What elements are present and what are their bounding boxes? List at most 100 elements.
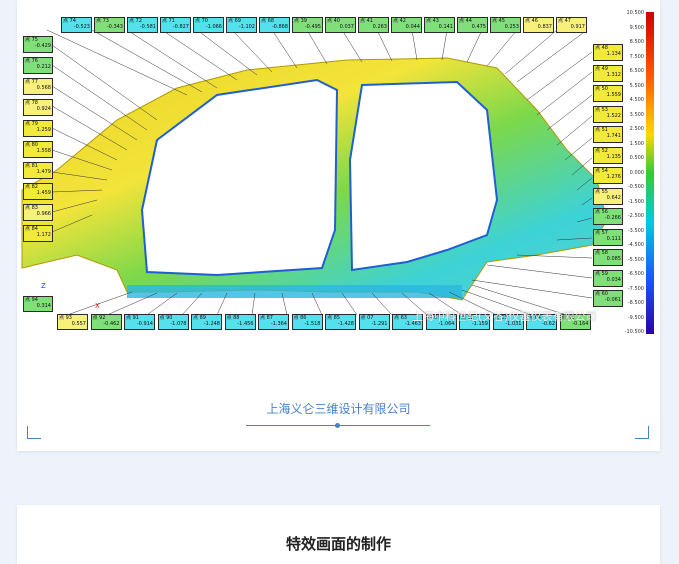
point-value: -1.518 bbox=[304, 321, 321, 327]
measurement-label-box: 点 73 -0.343 bbox=[94, 17, 125, 33]
scale-tick-label: 0.500 bbox=[629, 155, 644, 161]
point-value: -1.102 bbox=[238, 24, 255, 30]
point-value: -0.343 bbox=[106, 24, 123, 30]
scale-tick-label: 8.500 bbox=[629, 39, 644, 45]
point-value: 1.172 bbox=[36, 232, 51, 238]
scale-tick-label: 1.500 bbox=[629, 140, 644, 147]
measurement-label-box: 点 68 -0.868 bbox=[259, 17, 290, 33]
point-id: 点 59 bbox=[595, 270, 608, 277]
point-value: -0.061 bbox=[604, 297, 621, 303]
point-value: 0.642 bbox=[606, 194, 621, 201]
point-value: 0.837 bbox=[537, 24, 552, 30]
point-value: -1.456 bbox=[237, 321, 254, 327]
measurement-label-box: 点 55 0.642 bbox=[593, 187, 623, 205]
measurement-label-box: 点 07 -1.291 bbox=[358, 314, 390, 330]
measurement-label-box: 点 41 0.263 bbox=[358, 17, 389, 33]
point-value: 1.276 bbox=[606, 174, 621, 180]
measurement-label-box: 点 43 0.141 bbox=[424, 17, 455, 33]
point-id: 点 57 bbox=[595, 229, 608, 236]
point-value: 0.253 bbox=[504, 24, 519, 30]
point-value: -1.364 bbox=[270, 321, 287, 327]
point-id: 点 40 bbox=[327, 18, 340, 24]
scale-tick-label: -2.500 bbox=[627, 213, 644, 219]
measurement-label-box: 点 47 0.917 bbox=[556, 17, 587, 33]
point-value: 0.475 bbox=[471, 24, 486, 30]
scale-tick-label: 0.000 bbox=[629, 169, 644, 176]
point-value: 0.141 bbox=[438, 24, 453, 30]
scale-tick-label: -7.500 bbox=[627, 285, 644, 292]
point-id: 点 49 bbox=[595, 65, 608, 72]
point-value: 1.559 bbox=[606, 92, 621, 98]
measurement-label-box: 点 52 1.135 bbox=[593, 146, 623, 164]
measurement-label-box: 点 80 1.558 bbox=[23, 141, 53, 158]
measurement-label-box: 点 53 1.522 bbox=[593, 105, 623, 123]
measurement-label-box: 点 50 1.559 bbox=[593, 85, 623, 102]
point-value: -0.868 bbox=[271, 24, 288, 30]
scale-tick-label: -0.500 bbox=[627, 184, 644, 190]
point-value: 1.459 bbox=[36, 190, 51, 196]
measurement-label-box: 点 57 0.111 bbox=[593, 228, 623, 246]
scale-tick-label: -4.500 bbox=[627, 242, 644, 248]
point-value: 1.312 bbox=[606, 71, 621, 78]
point-value: 1.558 bbox=[36, 148, 51, 154]
measurement-label-box: 点 83 0.966 bbox=[23, 204, 53, 221]
measurement-label-box: 点 40 0.037 bbox=[325, 17, 356, 33]
point-value: 0.917 bbox=[570, 24, 585, 30]
point-value: 0.212 bbox=[36, 64, 51, 70]
section-heading: 特效画面的制作 bbox=[285, 535, 391, 553]
scale-tick-label: -10.500 bbox=[624, 329, 644, 335]
point-id: 点 44 bbox=[459, 18, 472, 24]
point-id: 点 47 bbox=[558, 18, 571, 24]
scale-tick-label: -5.500 bbox=[627, 256, 644, 263]
point-id: 点 41 bbox=[360, 18, 373, 24]
point-value: 1.522 bbox=[606, 112, 621, 119]
scale-tick-label: 3.500 bbox=[629, 111, 644, 118]
scale-tick-label: 2.500 bbox=[629, 126, 644, 132]
measurement-label-box: 点 44 0.475 bbox=[457, 17, 488, 33]
point-value: -0.827 bbox=[172, 24, 189, 30]
axis-x-label: X bbox=[95, 302, 100, 310]
point-value: 0.037 bbox=[339, 24, 354, 30]
point-id: 点 93 bbox=[59, 315, 72, 321]
measurement-label-box: 点 75 -0.429 bbox=[23, 36, 53, 53]
measurement-label-box: 点 70 -1.066 bbox=[193, 17, 224, 33]
scale-tick-label: 5.500 bbox=[629, 82, 644, 89]
measurement-label-box: 点 81 1.479 bbox=[23, 162, 53, 179]
point-value: 1.479 bbox=[36, 169, 51, 175]
measurement-label-box: 点 58 0.085 bbox=[593, 249, 623, 266]
measurement-label-box: 点 90 -1.078 bbox=[157, 314, 189, 330]
measurement-label-box: 点 86 -1.518 bbox=[291, 314, 323, 330]
point-value: 1.741 bbox=[606, 133, 621, 139]
point-value: -1.291 bbox=[371, 321, 388, 327]
scale-tick-label: -1.500 bbox=[627, 198, 644, 205]
point-value: 0.034 bbox=[606, 276, 621, 283]
scale-tick-label: -9.500 bbox=[627, 314, 644, 321]
measurement-label-box: 点 91 -0.914 bbox=[124, 314, 155, 330]
measurement-label-box: 点 71 -0.827 bbox=[160, 17, 191, 33]
measurement-label-box: 点 89 -1.248 bbox=[191, 314, 222, 330]
measurement-label-box: 点 39 -0.495 bbox=[292, 17, 323, 33]
measurement-label-box: 点 84 1.172 bbox=[23, 225, 53, 242]
point-value: 1.135 bbox=[606, 153, 621, 160]
point-id: 点 52 bbox=[595, 147, 608, 154]
measurement-label-box: 点 94 0.314 bbox=[23, 296, 53, 312]
point-value: -1.066 bbox=[205, 24, 222, 30]
watermark-text: 上海中科世纪(义谷)仪器仪表有限公司 bbox=[412, 310, 597, 323]
point-id: 点 46 bbox=[525, 18, 538, 24]
scale-tick-label: -8.500 bbox=[627, 300, 644, 306]
point-value: -0.523 bbox=[73, 24, 90, 30]
point-value: -0.462 bbox=[103, 321, 120, 327]
point-value: 1.259 bbox=[36, 127, 51, 133]
point-value: -0.266 bbox=[604, 215, 621, 221]
measurement-label-box: 点 60 -0.061 bbox=[593, 290, 623, 307]
measurement-label-box: 点 92 -0.462 bbox=[90, 314, 122, 330]
point-value: 0.044 bbox=[405, 24, 420, 30]
measurement-label-box: 点 87 -1.364 bbox=[258, 314, 289, 330]
point-value: -1.078 bbox=[170, 321, 187, 327]
scale-tick-label: 9.500 bbox=[629, 24, 644, 31]
point-value: 0.924 bbox=[36, 106, 51, 112]
measurement-label-box: 点 45 0.253 bbox=[490, 17, 521, 33]
point-value: -0.581 bbox=[139, 24, 156, 30]
scale-tick-label: -6.500 bbox=[627, 271, 644, 277]
color-scale-bar bbox=[646, 12, 654, 334]
